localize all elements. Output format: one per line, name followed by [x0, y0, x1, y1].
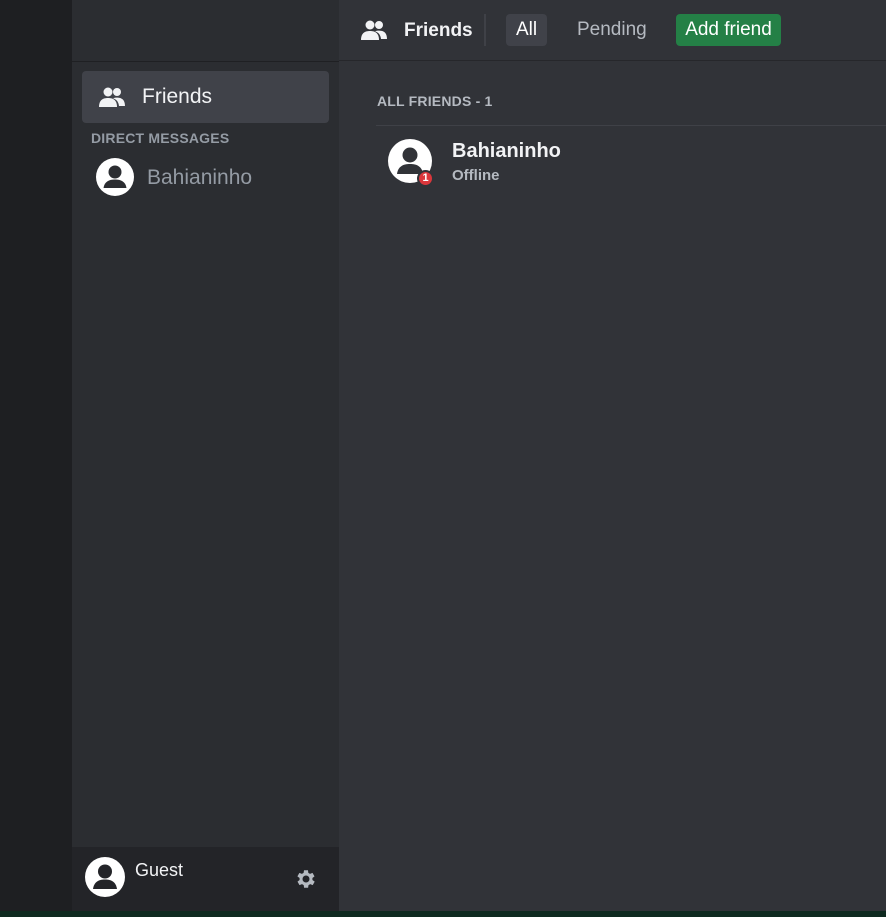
add-friend-button[interactable]: Add friend — [676, 14, 781, 46]
sidebar-item-friends[interactable]: Friends — [82, 71, 329, 123]
gear-icon[interactable] — [294, 867, 318, 891]
user-panel: Guest — [72, 847, 339, 911]
sidebar: Friends DIRECT MESSAGES Bahianinho Guest — [72, 0, 339, 911]
page-title: Friends — [404, 20, 473, 41]
header-bar: Friends All Pending Add friend — [339, 0, 886, 61]
friends-icon — [361, 20, 387, 40]
friend-status: Offline — [452, 167, 500, 184]
friend-name: Bahianinho — [452, 140, 561, 162]
notification-badge: 1 — [417, 170, 434, 187]
dm-item-bahianinho[interactable]: Bahianinho — [82, 155, 329, 199]
tab-pending[interactable]: Pending — [567, 14, 657, 46]
friends-icon — [99, 87, 125, 107]
server-rail — [0, 0, 72, 917]
header-divider — [484, 14, 486, 46]
tab-all[interactable]: All — [506, 14, 547, 46]
dm-item-name: Bahianinho — [147, 166, 253, 189]
sidebar-item-label: Friends — [142, 85, 213, 108]
username: Guest — [135, 860, 184, 880]
main-content: Friends All Pending Add friend ALL FRIEN… — [339, 0, 886, 911]
avatar-icon — [96, 158, 134, 196]
avatar-icon[interactable] — [85, 857, 125, 897]
bottom-edge — [0, 911, 886, 917]
friends-list-header: ALL FRIENDS - 1 — [377, 93, 493, 109]
sidebar-header — [72, 0, 339, 62]
dm-section-header: DIRECT MESSAGES — [91, 130, 230, 146]
list-item[interactable]: 1 Bahianinho Offline — [376, 126, 886, 188]
